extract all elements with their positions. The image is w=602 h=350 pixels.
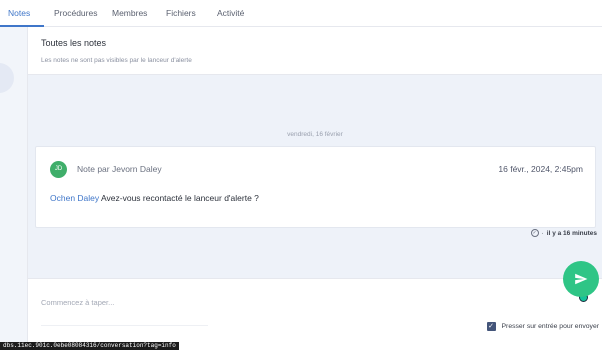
tab-bar: Notes Procédures Membres Fichiers Activi… bbox=[0, 0, 602, 27]
notes-header: Toutes les notes Les notes ne sont pas v… bbox=[28, 27, 602, 75]
status-bar-url: dbs.11ec.901c.0ebe08084316/conversation?… bbox=[0, 342, 179, 350]
composer: ✓ Presser sur entrée pour envoyer bbox=[28, 278, 602, 348]
note-author: Note par Jevorn Daley bbox=[77, 164, 162, 174]
divider bbox=[41, 325, 208, 326]
panel-toggle[interactable] bbox=[0, 63, 14, 93]
notes-panel: Toutes les notes Les notes ne sont pas v… bbox=[28, 27, 602, 348]
meta-separator: · bbox=[541, 229, 544, 237]
send-icon bbox=[575, 273, 588, 285]
enter-to-send-option[interactable]: ✓ Presser sur entrée pour envoyer bbox=[486, 322, 599, 331]
tab-fichiers[interactable]: Fichiers bbox=[166, 8, 196, 18]
note-date: 16 févr., 2024, 2:45pm bbox=[498, 164, 583, 174]
enter-to-send-checkbox[interactable]: ✓ bbox=[486, 322, 496, 331]
send-button[interactable] bbox=[563, 261, 599, 297]
tab-activite[interactable]: Activité bbox=[217, 8, 244, 18]
tab-membres[interactable]: Membres bbox=[112, 8, 147, 18]
tab-procedures[interactable]: Procédures bbox=[54, 8, 97, 18]
left-panel bbox=[0, 27, 28, 348]
relative-time: il y a 16 minutes bbox=[546, 229, 597, 237]
page-subtitle: Les notes ne sont pas visibles par le la… bbox=[41, 57, 192, 64]
note-body: Ochen Daley Avez-vous recontacté le lanc… bbox=[50, 193, 259, 203]
note-card: JD Note par Jevorn Daley 16 févr., 2024,… bbox=[35, 146, 596, 228]
note-text: Avez-vous recontacté le lanceur d'alerte… bbox=[99, 193, 259, 203]
page-title: Toutes les notes bbox=[41, 38, 107, 48]
check-circle-icon: ✓ bbox=[530, 229, 539, 237]
tab-notes[interactable]: Notes bbox=[8, 8, 30, 18]
note-meta: ✓ · il y a 16 minutes bbox=[530, 229, 597, 237]
avatar: JD bbox=[50, 161, 67, 178]
date-separator: vendredi, 16 février bbox=[287, 131, 343, 138]
message-input[interactable] bbox=[41, 295, 581, 309]
user-mention[interactable]: Ochen Daley bbox=[50, 193, 99, 203]
enter-to-send-label: Presser sur entrée pour envoyer bbox=[501, 323, 599, 330]
